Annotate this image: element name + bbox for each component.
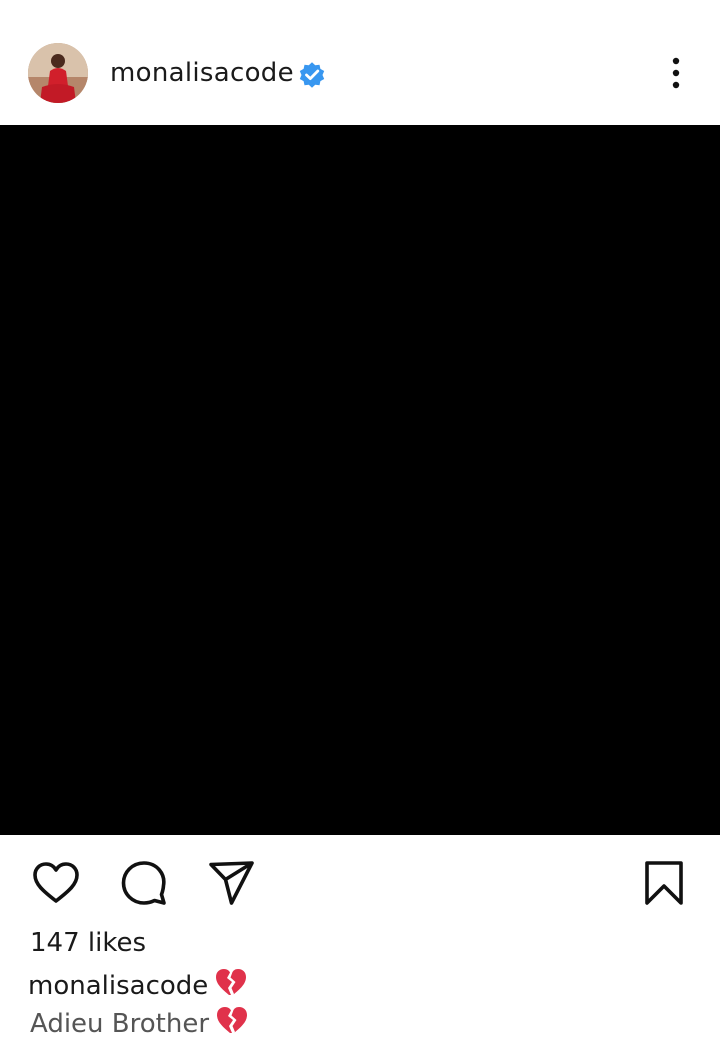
send-paper-plane-icon[interactable]: [207, 858, 257, 908]
post-header: monalisacode: [0, 0, 720, 125]
comment-bubble-icon[interactable]: [119, 858, 169, 908]
post-media[interactable]: [0, 125, 720, 835]
post-actions-bar: [0, 835, 720, 925]
profile-avatar[interactable]: [28, 43, 88, 103]
more-options-icon[interactable]: [660, 56, 692, 92]
caption-message: Adieu Brother: [30, 1004, 249, 1046]
broken-heart-icon: [215, 1004, 249, 1046]
bookmark-icon[interactable]: [639, 858, 689, 908]
caption-text: Adieu Brother: [30, 1009, 210, 1039]
caption-header: monalisacode: [28, 966, 248, 1008]
heart-icon[interactable]: [31, 858, 81, 908]
likes-count[interactable]: 147 likes: [30, 926, 146, 960]
caption-username[interactable]: monalisacode: [28, 971, 208, 1001]
verified-badge-icon: [299, 62, 325, 88]
post-username[interactable]: monalisacode: [110, 56, 294, 90]
avatar-image: [28, 43, 88, 103]
broken-heart-icon: [214, 966, 248, 1008]
